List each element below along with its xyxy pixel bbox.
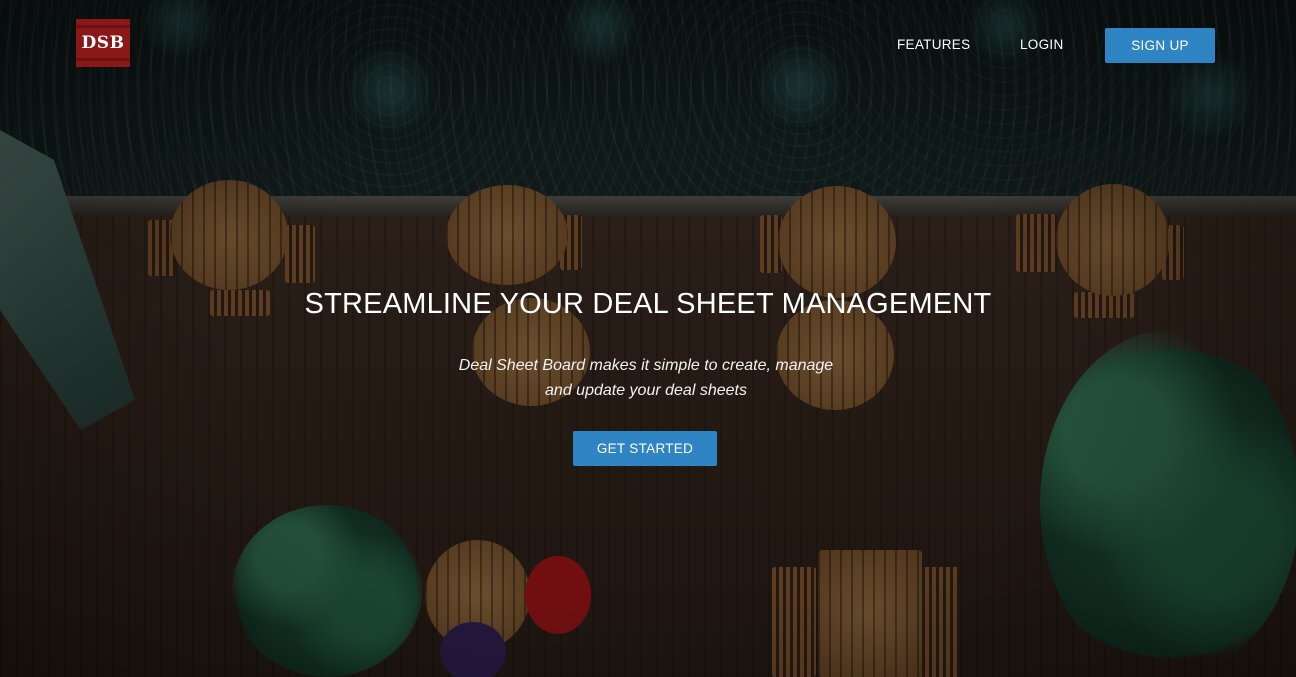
hero-subtitle-line2: and update your deal sheets: [545, 382, 747, 399]
hero-title: STREAMLINE YOUR DEAL SHEET MANAGEMENT: [304, 288, 992, 320]
hero-subtitle: Deal Sheet Board makes it simple to crea…: [448, 353, 844, 403]
get-started-button[interactable]: GET STARTED: [573, 431, 717, 466]
dsb-logo[interactable]: DSB: [76, 19, 130, 67]
top-navigation: DSB FEATURES LOGIN SIGN UP: [0, 0, 1296, 90]
logo-text: DSB: [81, 33, 125, 53]
hero-background-image: [0, 0, 1296, 677]
hero-subtitle-line1: Deal Sheet Board makes it simple to crea…: [458, 357, 834, 374]
vignette-overlay: [0, 0, 1296, 677]
sign-up-button[interactable]: SIGN UP: [1105, 28, 1215, 63]
nav-features-link[interactable]: FEATURES: [897, 37, 970, 52]
nav-login-link[interactable]: LOGIN: [1020, 37, 1064, 52]
